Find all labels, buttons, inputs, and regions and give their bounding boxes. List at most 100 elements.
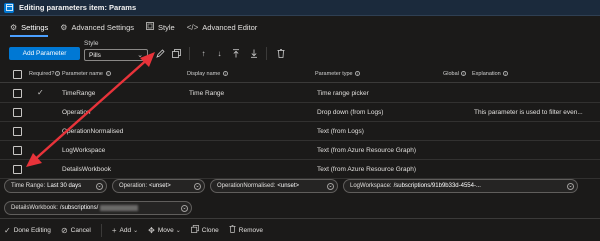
tab-bar: ⚙ Settings ⚙ Advanced Settings Style </>… [0,16,600,38]
pill-value: <unset> [149,183,171,189]
move-bottom-icon[interactable] [248,48,259,59]
grid-header: Required? i Parameter name i Display name… [0,66,600,83]
parameter-name-cell: TimeRange [62,90,96,97]
edit-icon[interactable] [155,48,166,59]
row-checkbox[interactable] [13,127,22,136]
tab-label: Settings [21,22,49,32]
clone-button[interactable]: Clone [190,225,219,235]
parameter-name-cell: OperationNormalised [62,128,124,135]
toolbar-divider [266,47,267,60]
button-label: Add [119,226,132,234]
style-dropdown-value: Pills [89,51,101,59]
column-header-explanation: Explanation i [472,71,509,77]
add-button[interactable]: + Add ⌄ [112,226,138,235]
table-row[interactable]: OperationNormalised Text (from Logs) [0,123,600,141]
parameter-type-cell: Text (from Azure Resource Graph) [317,147,416,154]
parameter-type-cell: Text (from Azure Resource Graph) [317,166,416,173]
remove-button[interactable]: Remove [229,225,263,235]
column-header-parameter-type: Parameter type i [315,71,361,77]
time-range-pill[interactable]: Time Range: Last 30 days ⌄ [4,179,107,193]
pill-value: /subscriptions/91b9b33d-4554-... [393,183,481,189]
pill-label: LogWorkspace: [350,183,392,189]
checkmark-icon: ✓ [4,225,11,235]
parameter-type-cell: Text (from Logs) [317,128,364,135]
button-label: Cancel [70,226,91,234]
pill-value: <unset> [277,183,300,189]
chevron-down-icon: ⌄ [194,183,201,190]
delete-icon[interactable] [275,48,286,59]
info-icon: i [461,71,467,77]
column-header-label: Global [443,71,459,77]
tab-label: Advanced Settings [71,22,134,32]
column-header-required: Required? i [29,71,61,77]
column-header-label: Parameter name [62,71,103,77]
style-icon [146,22,154,32]
pill-value: /subscriptions/ [59,205,99,211]
move-button[interactable]: ✥ Move ⌄ [148,226,181,235]
done-editing-button[interactable]: ✓ Done Editing [4,226,51,235]
column-header-display-name: Display name i [187,71,228,77]
parameter-name-cell: Operation [62,109,91,116]
row-checkbox[interactable] [13,108,22,117]
tab-style[interactable]: Style [140,16,181,38]
button-label: Remove [238,226,263,234]
style-dropdown[interactable]: Pills ⌄ [84,49,148,61]
cancel-button[interactable]: ⊘ Cancel [61,226,91,235]
table-row[interactable]: LogWorkspace Text (from Azure Resource G… [0,142,600,160]
pill-label: OperationNormalised: [217,183,276,189]
button-label: Done Editing [13,226,51,234]
parameter-type-cell: Drop down (from Logs) [317,109,384,116]
move-down-icon[interactable]: ↓ [214,48,225,59]
tab-label: Advanced Editor [202,22,258,32]
chevron-down-icon: ⌄ [96,183,103,190]
operation-pill[interactable]: Operation: <unset> ⌄ [112,179,205,193]
row-checkbox[interactable] [13,165,22,174]
row-checkbox[interactable] [13,89,22,98]
table-row[interactable]: Operation Drop down (from Logs) This par… [0,104,600,122]
chevron-down-icon: ⌄ [137,52,143,59]
info-icon: i [222,71,228,77]
window-title: Editing parameters item: Params [19,3,137,12]
button-label: Clone [201,226,219,234]
workbook-icon [4,2,14,13]
toolbar-divider [189,47,190,60]
chevron-down-icon: ⌄ [327,183,334,190]
chevron-down-icon: ⌄ [133,227,139,234]
details-workbook-pill[interactable]: DetailsWorkbook: /subscriptions/ ⌄ [4,201,192,215]
editing-command-bar: ✓ Done Editing ⊘ Cancel + Add ⌄ ✥ Move ⌄… [0,218,600,241]
tab-advanced-settings[interactable]: ⚙ Advanced Settings [54,16,140,38]
redacted-value [100,205,139,211]
gear-icon: ⚙ [10,22,18,32]
pill-label: Operation: [119,183,148,189]
move-icon: ✥ [148,225,155,235]
chevron-down-icon: ⌄ [181,205,188,212]
title-bar: Editing parameters item: Params [0,0,600,16]
move-top-icon[interactable] [230,48,241,59]
select-all-checkbox[interactable] [13,70,22,79]
column-header-label: Required? [29,71,55,77]
checkmark-icon: ✓ [37,88,44,97]
parameter-type-cell: Time range picker [317,90,369,97]
move-up-icon[interactable]: ↑ [198,48,209,59]
table-row[interactable]: DetailsWorkbook Text (from Azure Resourc… [0,161,600,179]
parameter-name-cell: DetailsWorkbook [62,166,112,173]
gear-icon: ⚙ [60,22,68,32]
delete-icon [229,225,236,235]
copy-icon [190,225,199,235]
log-workspace-pill[interactable]: LogWorkspace: /subscriptions/91b9b33d-45… [343,179,578,193]
row-checkbox[interactable] [13,146,22,155]
column-header-parameter-name: Parameter name i [62,71,111,77]
info-icon: i [55,71,61,77]
parameters-toolbar: Add Parameter Style Pills ⌄ ↑ ↓ [0,38,600,64]
display-name-cell: Time Range [189,90,225,97]
pill-value: Last 30 days [47,183,82,189]
copy-icon[interactable] [171,48,182,59]
footer-divider [100,223,102,237]
explanation-cell: This parameter is used to filter even... [474,109,583,116]
add-parameter-button[interactable]: Add Parameter [9,47,80,60]
operation-normalised-pill[interactable]: OperationNormalised: <unset> ⌄ [210,179,338,193]
table-row[interactable]: ✓ TimeRange Time Range Time range picker [0,85,600,103]
tab-advanced-editor[interactable]: </> Advanced Editor [181,16,264,38]
column-header-label: Explanation [472,71,501,77]
tab-settings[interactable]: ⚙ Settings [4,16,54,38]
